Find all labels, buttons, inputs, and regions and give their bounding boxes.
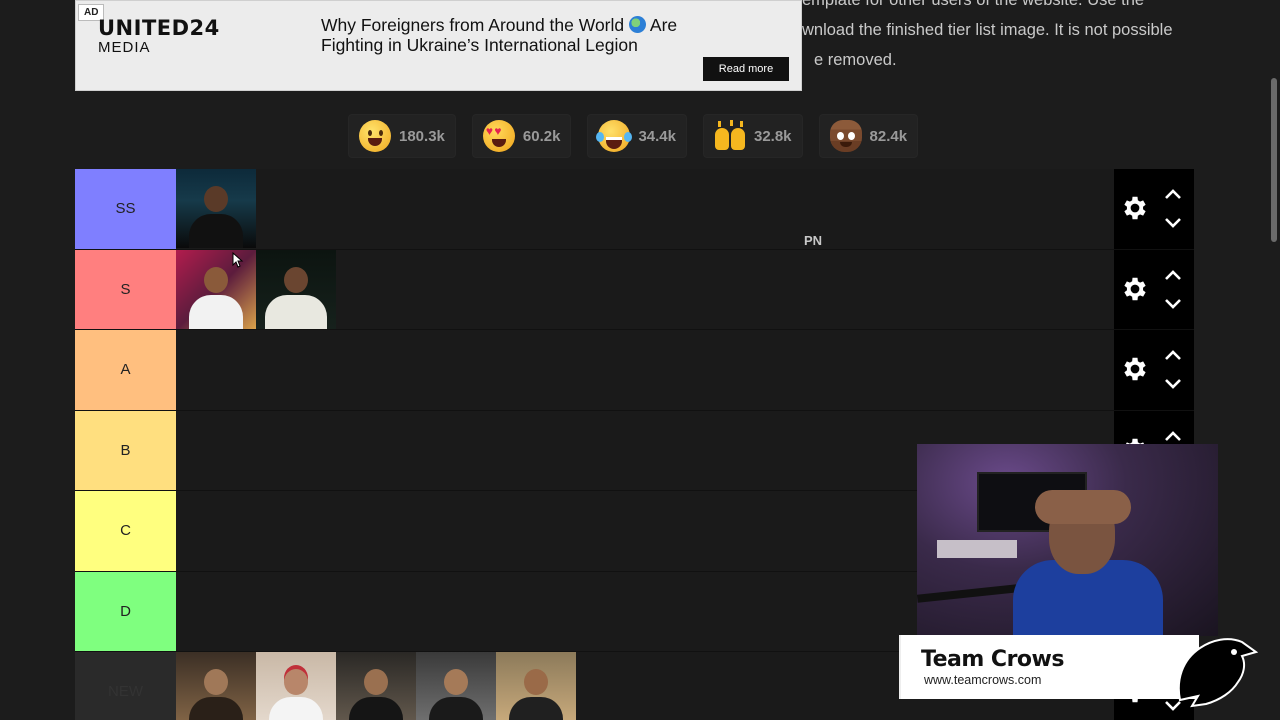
tier-item-image[interactable] — [176, 652, 256, 720]
team-card: Team Crows www.teamcrows.com — [899, 635, 1199, 699]
tier-item-image[interactable] — [496, 652, 576, 720]
tier-item-image[interactable] — [256, 249, 336, 329]
chevron-up-icon[interactable] — [1164, 269, 1182, 281]
ad-brand-line1: UNITED24 — [98, 16, 220, 40]
ad-brand-line2: MEDIA — [98, 39, 151, 56]
tier-label[interactable]: S — [75, 249, 176, 329]
ad-banner[interactable]: AD UNITED24 MEDIA Why Foreigners from Ar… — [75, 0, 802, 91]
reaction-count: 32.8k — [753, 127, 792, 145]
heart-eyes-icon — [482, 120, 515, 152]
ad-headline[interactable]: Why Foreigners from Around the World Are… — [321, 15, 701, 55]
tier-row-a: A — [75, 330, 1194, 411]
background-shelf — [937, 540, 1017, 558]
chevron-up-icon[interactable] — [1164, 430, 1182, 442]
mouse-cursor-icon — [232, 252, 244, 268]
ad-read-more-button[interactable]: Read more — [703, 57, 789, 81]
scrollbar-thumb[interactable] — [1271, 78, 1277, 242]
tier-item-image[interactable] — [256, 652, 336, 720]
tier-controls — [1114, 249, 1194, 329]
tier-item-image[interactable] — [336, 652, 416, 720]
reaction-grinning[interactable]: 180.3k — [348, 114, 456, 158]
tier-controls — [1114, 169, 1194, 249]
ad-headline-part1: Why Foreigners from Around the World — [321, 15, 625, 35]
reaction-count: 60.2k — [522, 127, 561, 145]
tier-label[interactable]: B — [75, 410, 176, 490]
tier-label[interactable]: SS — [75, 169, 176, 249]
tier-label[interactable]: NEW — [75, 652, 176, 720]
tier-items[interactable] — [176, 169, 1114, 249]
tier-item-image[interactable] — [176, 169, 256, 248]
globe-icon — [629, 16, 647, 33]
chevron-up-icon[interactable] — [1164, 349, 1182, 361]
tier-controls — [1114, 330, 1194, 410]
raised-hands-icon — [714, 120, 746, 152]
chevron-down-icon[interactable] — [1164, 298, 1182, 310]
tier-items[interactable] — [176, 330, 1114, 410]
tier-item-image[interactable] — [176, 249, 256, 329]
tier-item-image[interactable] — [416, 652, 496, 720]
poop-icon — [829, 120, 862, 152]
gear-icon[interactable] — [1120, 193, 1150, 223]
chevron-down-icon[interactable] — [1164, 217, 1182, 229]
grinning-face-icon — [359, 120, 391, 152]
tears-of-joy-icon — [596, 120, 631, 152]
reaction-raised-hands[interactable]: 32.8k — [702, 114, 803, 158]
tier-label[interactable]: D — [75, 571, 176, 651]
description-line-2: wnload the finished tier list image. It … — [802, 21, 1173, 39]
reaction-tears-of-joy[interactable]: 34.4k — [587, 114, 687, 158]
reaction-count: 82.4k — [869, 127, 908, 145]
webcam-overlay — [917, 444, 1218, 636]
crow-logo-icon — [1177, 638, 1258, 708]
tier-label[interactable]: C — [75, 491, 176, 571]
gear-icon[interactable] — [1120, 274, 1150, 304]
description-line-3: e removed. — [814, 51, 897, 69]
reaction-heart-eyes[interactable]: 60.2k — [471, 114, 572, 158]
tier-items[interactable] — [176, 249, 1114, 329]
floating-label: PN — [804, 233, 823, 248]
reaction-count: 34.4k — [638, 127, 676, 145]
reaction-count: 180.3k — [399, 127, 445, 145]
reaction-bar: 180.3k 60.2k 34.4k 32.8k 82.4k — [348, 114, 919, 158]
chevron-up-icon[interactable] — [1164, 188, 1182, 200]
tier-row-ss: SS — [75, 169, 1194, 250]
gear-icon[interactable] — [1120, 354, 1150, 384]
tier-label[interactable]: A — [75, 330, 176, 410]
chevron-down-icon[interactable] — [1164, 378, 1182, 390]
team-url: www.teamcrows.com — [924, 673, 1042, 687]
streamer-hands — [1035, 490, 1131, 524]
page-scrollbar[interactable] — [1268, 0, 1280, 720]
ad-brand-logo: UNITED24 MEDIA — [98, 16, 220, 56]
team-name: Team Crows — [921, 647, 1064, 672]
description-line-1: emplate for other users of the website. … — [802, 0, 1145, 9]
reaction-poop[interactable]: 82.4k — [818, 114, 919, 158]
